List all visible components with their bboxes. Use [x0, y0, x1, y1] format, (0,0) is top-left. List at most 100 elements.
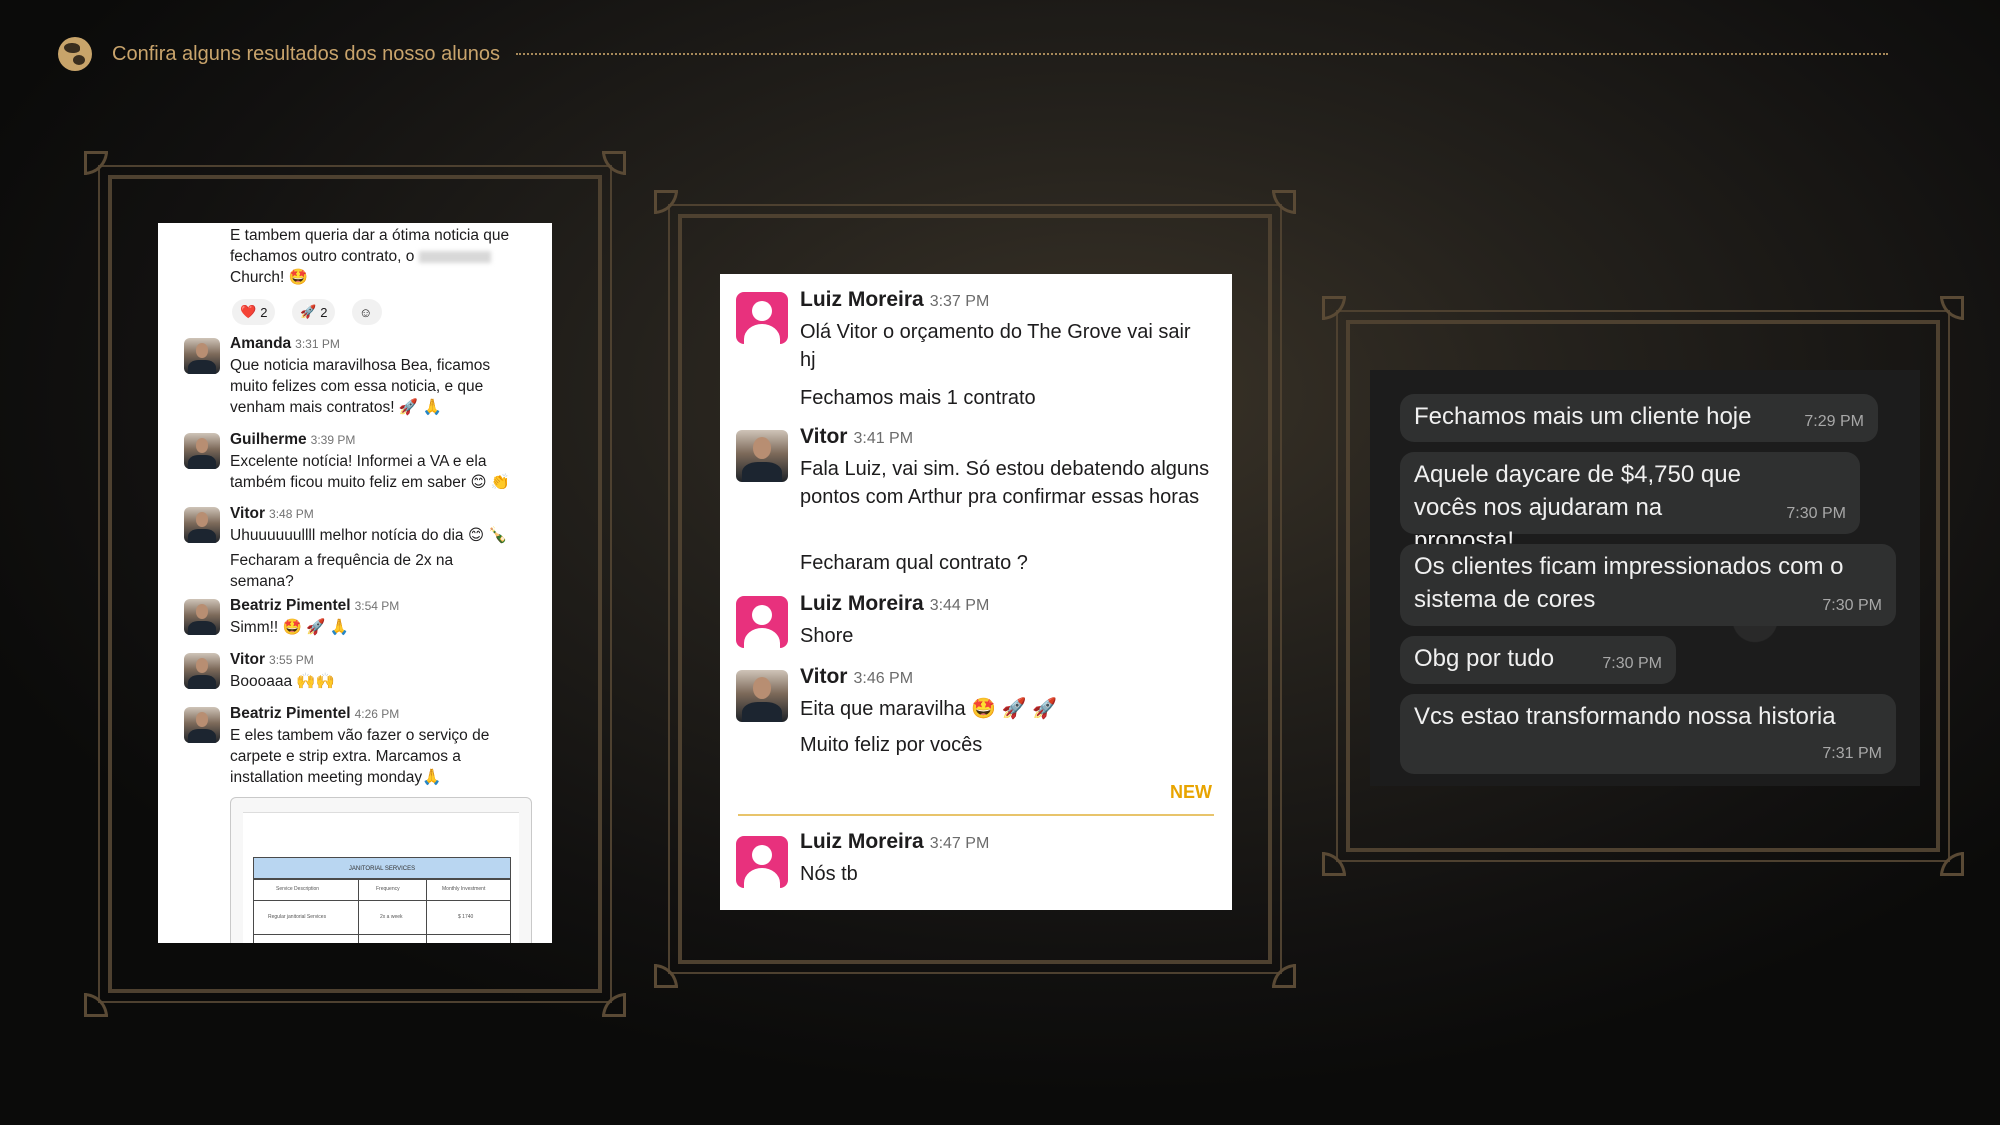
table-divider	[254, 934, 510, 935]
message-bubble: Fechamos mais um cliente hoje 7:29 PM	[1400, 394, 1878, 442]
frame-corner	[84, 993, 108, 1017]
table-header: Frequency	[376, 886, 400, 892]
reaction-heart[interactable]: ❤️ 2	[232, 299, 276, 325]
globe-logo-icon	[58, 37, 92, 71]
frame-corner	[1272, 190, 1296, 214]
message-text: Nós tb	[800, 863, 858, 885]
document-preview: JANITORIAL SERVICES Service Description …	[243, 812, 519, 943]
frame-corner	[84, 151, 108, 175]
timestamp: 3:47 PM	[929, 835, 990, 852]
frame-corner	[1940, 296, 1964, 320]
sender-name[interactable]: Beatriz Pimentel	[230, 705, 351, 722]
message-text: fechamos outro contrato, o	[230, 248, 415, 265]
message-text: Os clientes ficam impressionados com o s…	[1414, 553, 1844, 613]
avatar[interactable]	[736, 292, 788, 344]
message-bubble: Obg por tudo 7:30 PM	[1400, 636, 1676, 684]
new-messages-label: NEW	[1170, 782, 1212, 802]
table-divider	[254, 900, 510, 901]
sender-name[interactable]: Vitor	[800, 425, 847, 448]
page-title: Confira alguns resultados dos nosso alun…	[112, 42, 501, 65]
timestamp: 3:39 PM	[310, 433, 356, 447]
new-messages-divider	[738, 814, 1214, 816]
message-header: Luiz Moreira 3:37 PM	[800, 288, 989, 312]
message-line: semana?	[230, 573, 294, 590]
avatar[interactable]	[736, 670, 788, 722]
message-line: Boooaaa 🙌🙌	[230, 673, 335, 690]
message-text: Muito feliz por vocês	[800, 734, 983, 756]
table-cell: Regular janitorial Services	[268, 914, 327, 920]
message-line: E tambem queria dar a ótima noticia que	[230, 227, 510, 244]
frame-corner	[602, 993, 626, 1017]
sender-name[interactable]: Beatriz Pimentel	[230, 597, 351, 614]
add-reaction-button[interactable]: ☺	[352, 299, 382, 325]
message-line: E eles tambem vão fazer o serviço de	[230, 727, 490, 744]
avatar[interactable]	[736, 596, 788, 648]
message-text: Aquele daycare de $4,750 que vocês nos a…	[1414, 461, 1741, 554]
message-text: Fechamos mais 1 contrato	[800, 387, 1036, 409]
document-table: Service Description Frequency Monthly In…	[253, 879, 511, 943]
rocket-emoji-icon: 🚀	[300, 304, 317, 319]
frame-corner	[654, 964, 678, 988]
avatar[interactable]	[184, 507, 220, 543]
avatar[interactable]	[184, 599, 220, 635]
reaction-rocket[interactable]: 🚀 2	[292, 299, 336, 325]
reaction-count: 2	[260, 304, 268, 320]
frame-corner	[1322, 852, 1346, 876]
frame-corner	[1940, 852, 1964, 876]
message-line: carpete e strip extra. Marcamos a	[230, 748, 461, 765]
avatar[interactable]	[184, 653, 220, 689]
frame-corner	[1272, 964, 1296, 988]
avatar[interactable]	[736, 430, 788, 482]
timestamp: 3:48 PM	[269, 507, 314, 521]
heart-emoji-icon: ❤️	[240, 304, 257, 319]
table-cell: $ 1740	[458, 914, 474, 920]
smiley-add-icon: ☺	[359, 304, 373, 320]
page-header: Confira alguns resultados dos nosso alun…	[58, 36, 1888, 72]
message-line: Church! 🤩	[230, 269, 308, 286]
message-line: installation meeting monday🙏	[230, 769, 442, 786]
timestamp: 3:54 PM	[354, 599, 400, 613]
sender-name[interactable]: Vitor	[230, 505, 265, 522]
sender-name[interactable]: Luiz Moreira	[800, 830, 924, 853]
message-bubble: Aquele daycare de $4,750 que vocês nos a…	[1400, 452, 1860, 554]
sender-name[interactable]: Luiz Moreira	[800, 592, 924, 615]
avatar[interactable]	[184, 433, 220, 469]
header-dotted-divider	[516, 53, 1888, 55]
message-line: Fecharam a frequência de 2x na	[230, 552, 454, 569]
frame-corner	[602, 151, 626, 175]
message-bubble: Vcs estao transformando nossa historia 7…	[1400, 694, 1896, 774]
avatar[interactable]	[736, 836, 788, 888]
message-header: Vitor 3:46 PM	[800, 665, 913, 689]
sender-name[interactable]: Luiz Moreira	[800, 288, 924, 311]
timestamp: 7:30 PM	[1822, 597, 1882, 614]
sender-name[interactable]: Vitor	[800, 665, 847, 688]
timestamp: 3:37 PM	[929, 293, 990, 310]
timestamp: 7:30 PM	[1786, 505, 1846, 522]
timestamp: 4:26 PM	[354, 707, 400, 721]
sender-name[interactable]: Guilherme	[230, 431, 307, 448]
timestamp: 3:31 PM	[295, 337, 340, 351]
timestamp: 3:55 PM	[269, 653, 314, 667]
sender-name[interactable]: Vitor	[230, 651, 265, 668]
message-header: Vitor 3:41 PM	[800, 425, 913, 449]
timestamp: 7:31 PM	[1822, 745, 1882, 762]
message-line: muito felizes com essa noticia, e que	[230, 378, 484, 395]
avatar[interactable]	[184, 338, 220, 374]
message-text: Fecharam qual contrato ?	[800, 552, 1028, 574]
message-line: Uhuuuuuullll melhor notícia do dia 😊 🍾	[230, 527, 508, 544]
sender-name[interactable]: Amanda	[230, 335, 291, 352]
timestamp: 7:29 PM	[1804, 413, 1864, 430]
timestamp: 7:30 PM	[1602, 655, 1662, 672]
message-line: venham mais contratos! 🚀 🙏	[230, 399, 442, 416]
timestamp: 3:41 PM	[853, 430, 914, 447]
avatar[interactable]	[184, 707, 220, 743]
message-text: Shore	[800, 625, 854, 647]
chat-screenshot-3: Fechamos mais um cliente hoje 7:29 PM Aq…	[1370, 370, 1920, 786]
message-line: Simm!! 🤩 🚀 🙏	[230, 619, 350, 636]
message-header: Luiz Moreira 3:47 PM	[800, 830, 989, 854]
document-attachment[interactable]: JANITORIAL SERVICES Service Description …	[230, 797, 532, 943]
message-line: fechamos outro contrato, o	[230, 246, 530, 267]
timestamp: 3:46 PM	[853, 670, 914, 687]
document-title: JANITORIAL SERVICES	[253, 857, 511, 879]
message-bubble: Os clientes ficam impressionados com o s…	[1400, 544, 1896, 626]
